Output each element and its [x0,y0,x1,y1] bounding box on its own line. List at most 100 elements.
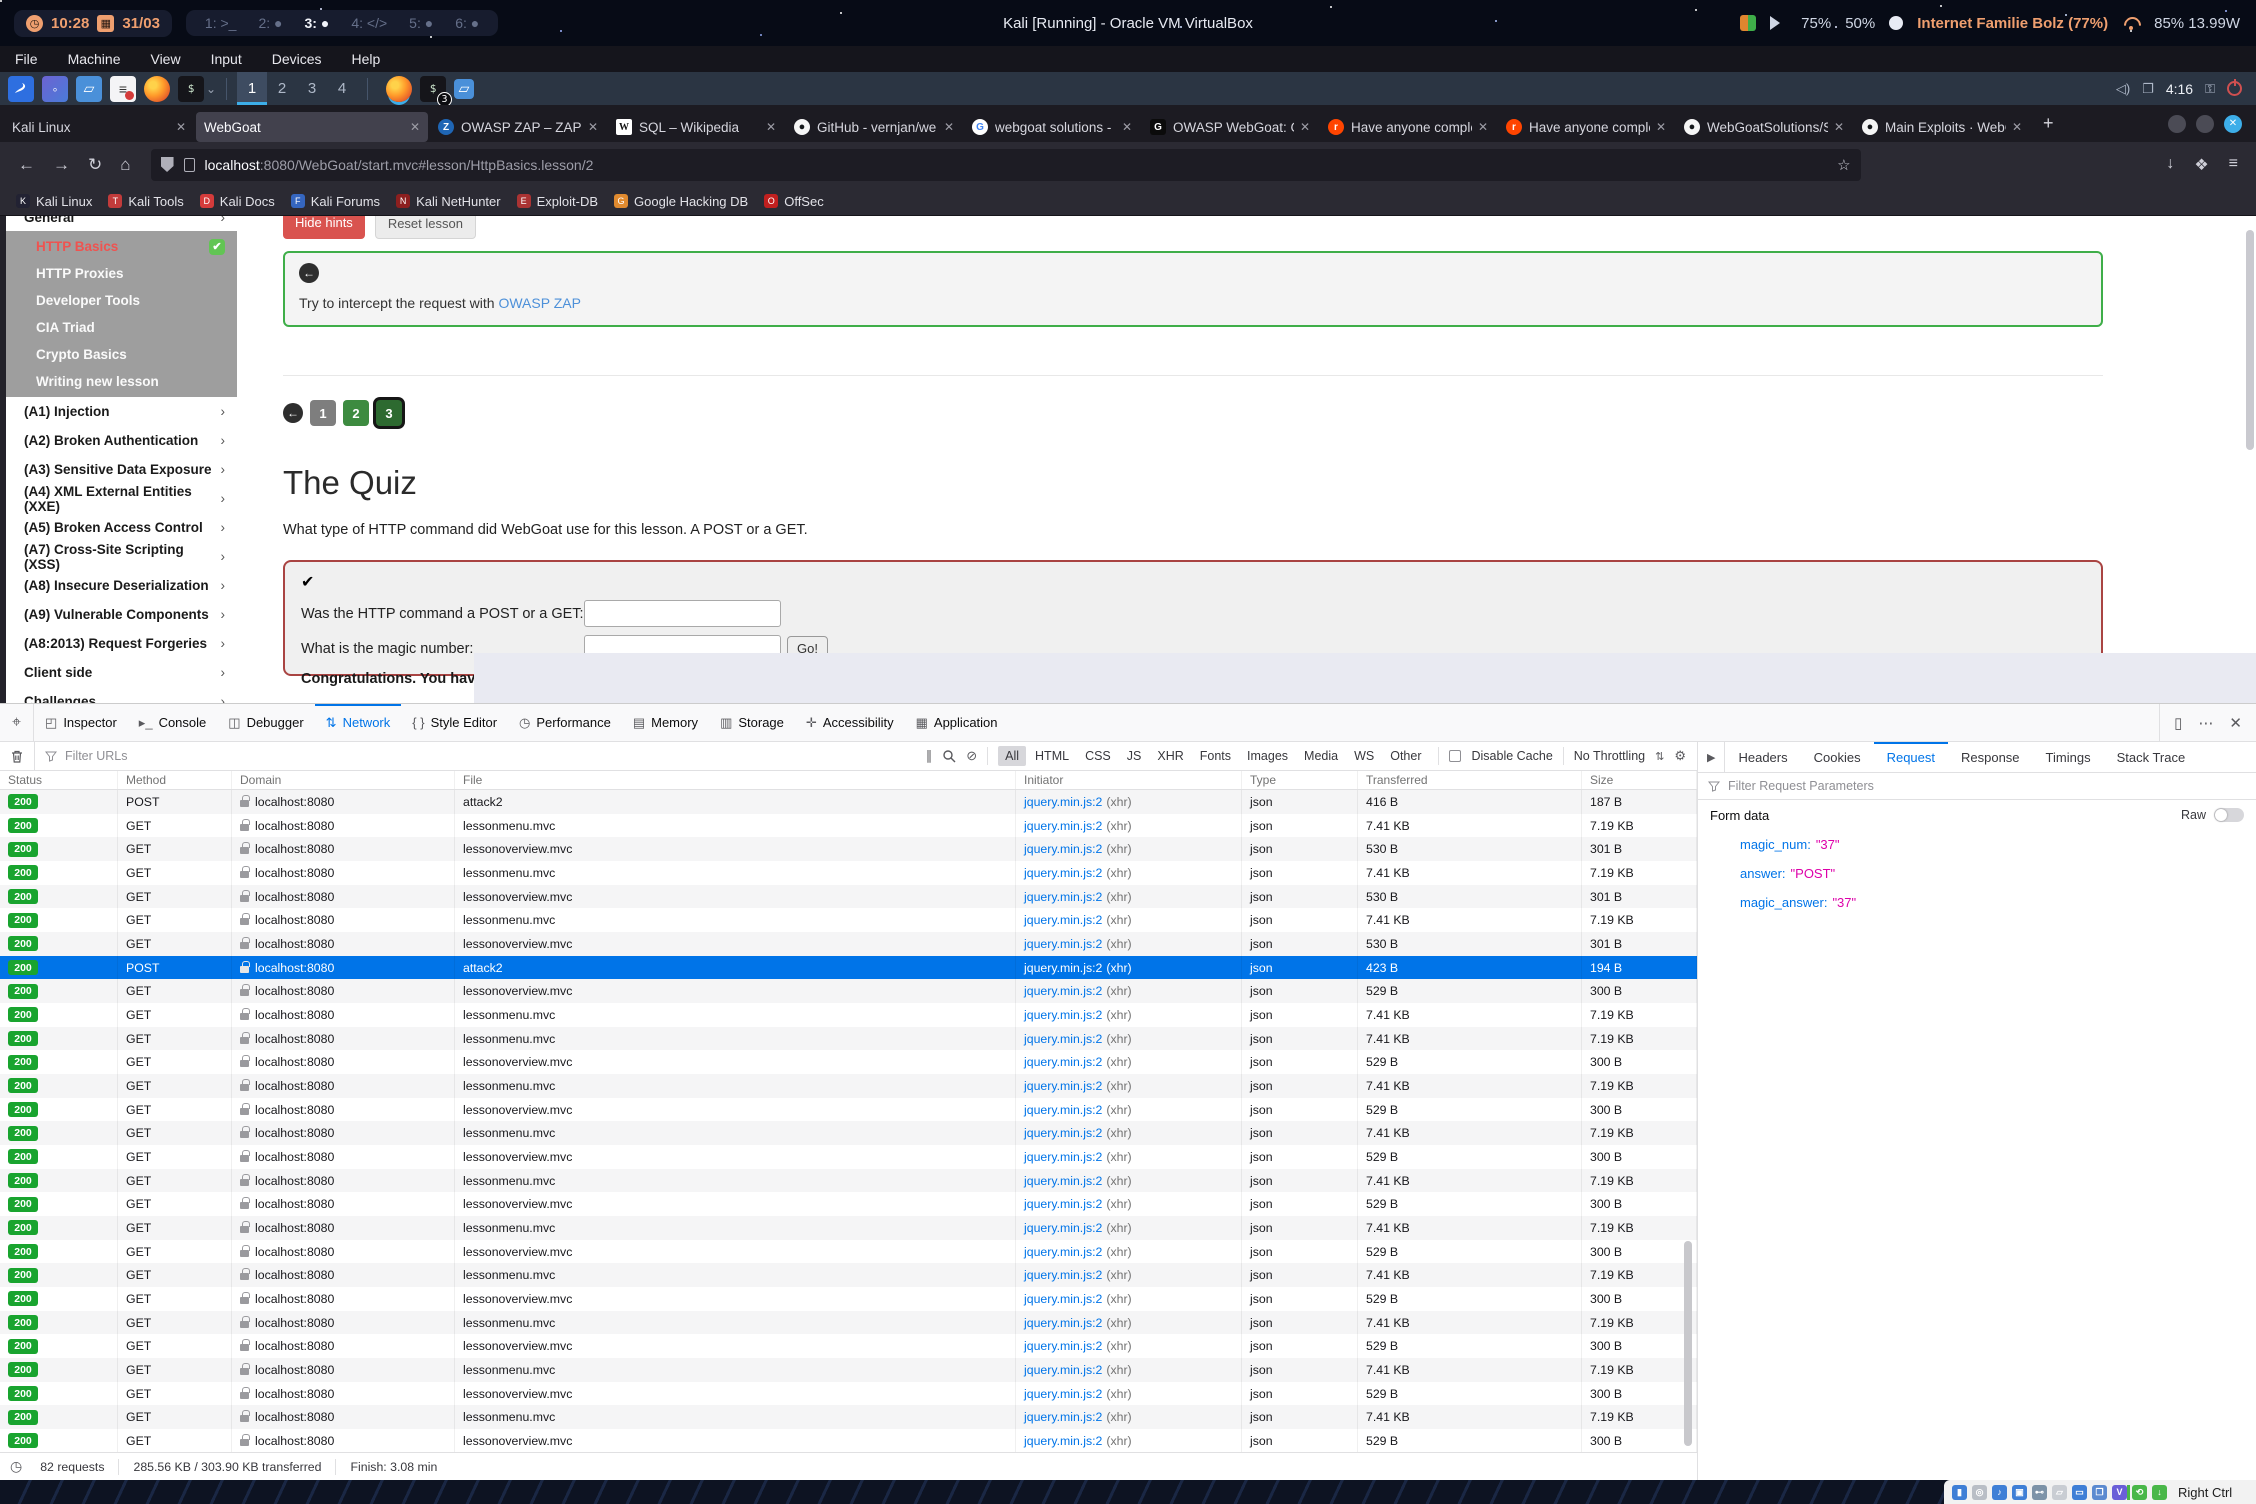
vm-status-icon[interactable]: ⟲ [2132,1485,2147,1500]
initiator-link[interactable]: jquery.min.js:2 [1024,1245,1102,1259]
network-request-row[interactable]: 200 GET localhost:8080 lessonmenu.mvc jq… [0,1121,1697,1145]
column-header[interactable]: Status [0,771,118,789]
column-header[interactable]: File [455,771,1016,789]
pick-element-icon[interactable]: ⌖ [0,704,34,741]
initiator-link[interactable]: jquery.min.js:2 [1024,1174,1102,1188]
sidebar-lesson-item[interactable]: HTTP Basics ✔ [6,233,237,260]
browser-tab[interactable]: Z OWASP ZAP – ZAP i ✕ [430,112,606,142]
column-header[interactable]: Type [1242,771,1358,789]
kali-menu-icon[interactable] [8,76,34,102]
network-request-row[interactable]: 200 GET localhost:8080 lessonmenu.mvc jq… [0,1216,1697,1240]
vm-status-icon[interactable]: ⊷ [2032,1485,2047,1500]
form-data-param[interactable]: answer: "POST" [1698,859,2256,888]
browser-tab[interactable]: WebGoat ✕ [196,112,428,142]
new-tab-button[interactable]: + [2031,113,2066,134]
sidebar-category-item[interactable]: (A2) Broken Authentication › [6,426,237,455]
maximize-button[interactable] [2196,115,2214,133]
initiator-link[interactable]: jquery.min.js:2 [1024,913,1102,927]
filter-urls-input[interactable] [65,749,365,763]
sidebar-category-item[interactable]: (A4) XML External Entities (XXE) › [6,484,237,513]
network-request-row[interactable]: 200 GET localhost:8080 lessonmenu.mvc jq… [0,1003,1697,1027]
bookmark-item[interactable]: O OffSec [764,194,824,209]
network-request-row[interactable]: 200 GET localhost:8080 lessonoverview.mv… [0,1192,1697,1216]
bookmark-item[interactable]: G Google Hacking DB [614,194,748,209]
workspace-button[interactable]: 1 [237,72,267,105]
initiator-link[interactable]: jquery.min.js:2 [1024,1126,1102,1140]
vm-status-icon[interactable]: V [2112,1485,2127,1500]
devtools-close-icon[interactable]: ✕ [2229,714,2242,732]
network-request-row[interactable]: 200 GET localhost:8080 lessonoverview.mv… [0,1382,1697,1406]
network-request-row[interactable]: 200 POST localhost:8080 attack2 jquery.m… [0,956,1697,980]
sidebar-category-item[interactable]: (A8) Insecure Deserialization › [6,571,237,600]
initiator-link[interactable]: jquery.min.js:2 [1024,984,1102,998]
menubar-item[interactable]: Input [196,46,257,72]
tab-close-icon[interactable]: ✕ [176,120,186,134]
initiator-link[interactable]: jquery.min.js:2 [1024,1410,1102,1424]
responsive-mode-icon[interactable]: ▯ [2174,714,2182,732]
initiator-link[interactable]: jquery.min.js:2 [1024,1079,1102,1093]
files-window-icon[interactable]: ▱ [454,79,474,99]
page-prev-icon[interactable]: ← [283,403,303,423]
devtools-tab[interactable]: ▥ Storage [709,704,795,741]
vm-status-icon[interactable]: ▱ [2052,1485,2067,1500]
initiator-link[interactable]: jquery.min.js:2 [1024,961,1102,975]
clear-requests-icon[interactable] [0,742,35,770]
tab-close-icon[interactable]: ✕ [944,120,954,134]
sidebar-category-item[interactable]: (A8:2013) Request Forgeries › [6,629,237,658]
vm-status-icon[interactable]: ▮ [1952,1485,1967,1500]
http-command-input[interactable] [584,600,781,627]
save-to-library-icon[interactable]: ↓ [2166,155,2174,175]
tab-close-icon[interactable]: ✕ [588,120,598,134]
devtools-tab[interactable]: ◰ Inspector [34,704,128,741]
hide-hints-button[interactable]: Hide hints [283,216,365,239]
devtools-tab[interactable]: ◫ Debugger [217,704,314,741]
sidebar-category-item[interactable]: Challenges › [6,687,237,703]
back-icon[interactable]: ← [18,155,35,175]
page-number-button[interactable]: 1 [310,400,336,426]
type-filter-chip[interactable]: Images [1240,746,1295,766]
browser-tab[interactable]: G OWASP WebGoat: G ✕ [1142,112,1318,142]
type-filter-chip[interactable]: HTML [1028,746,1076,766]
initiator-link[interactable]: jquery.min.js:2 [1024,1150,1102,1164]
expand-panel-icon[interactable]: ▶ [1698,742,1725,772]
devtools-tab[interactable]: ◷ Performance [508,704,622,741]
sidebar-item-general[interactable]: General › [6,216,237,231]
owasp-zap-link[interactable]: OWASP ZAP [498,295,580,311]
vm-status-icon[interactable]: ▣ [2012,1485,2027,1500]
menubar-item[interactable]: Help [337,46,396,72]
home-icon[interactable]: ⌂ [120,155,130,175]
pause-icon[interactable]: ∥ [926,748,933,764]
network-request-row[interactable]: 200 GET localhost:8080 lessonoverview.mv… [0,1145,1697,1169]
block-icon[interactable]: ⊘ [966,748,977,764]
initiator-link[interactable]: jquery.min.js:2 [1024,1103,1102,1117]
hint-prev-icon[interactable]: ← [299,263,319,283]
detail-tab[interactable]: Stack Trace [2104,742,2199,772]
network-request-row[interactable]: 200 GET localhost:8080 lessonmenu.mvc jq… [0,1169,1697,1193]
power-icon[interactable] [2227,81,2242,96]
initiator-link[interactable]: jquery.min.js:2 [1024,1055,1102,1069]
terminal-launcher-icon[interactable]: $ [178,76,204,102]
tray-volume-icon[interactable]: ◁) [2116,81,2130,97]
tab-close-icon[interactable]: ✕ [1656,120,1666,134]
vm-status-icon[interactable]: ▭ [2072,1485,2087,1500]
form-data-section[interactable]: Form data Raw [1698,800,2256,830]
column-header[interactable]: Size [1582,771,1697,789]
workspace-button[interactable]: 4 [327,72,357,105]
forward-icon[interactable]: → [53,155,70,175]
type-filter-chip[interactable]: All [998,746,1026,766]
initiator-link[interactable]: jquery.min.js:2 [1024,1032,1102,1046]
initiator-link[interactable]: jquery.min.js:2 [1024,1292,1102,1306]
initiator-link[interactable]: jquery.min.js:2 [1024,937,1102,951]
sidebar-lesson-item[interactable]: CIA Triad [6,314,237,341]
initiator-link[interactable]: jquery.min.js:2 [1024,1316,1102,1330]
network-request-row[interactable]: 200 GET localhost:8080 lessonmenu.mvc jq… [0,1358,1697,1382]
network-request-row[interactable]: 200 GET localhost:8080 lessonoverview.mv… [0,1429,1697,1453]
browser-tab[interactable]: G webgoat solutions - ✕ [964,112,1140,142]
network-request-row[interactable]: 200 GET localhost:8080 lessonmenu.mvc jq… [0,908,1697,932]
type-filter-chip[interactable]: JS [1120,746,1149,766]
file-manager-icon[interactable]: ▱ [76,76,102,102]
detail-tab[interactable]: Request [1874,742,1948,772]
scrollbar-thumb[interactable] [1684,1241,1692,1446]
filter-request-parameters-input[interactable] [1728,779,2028,793]
initiator-link[interactable]: jquery.min.js:2 [1024,1434,1102,1448]
